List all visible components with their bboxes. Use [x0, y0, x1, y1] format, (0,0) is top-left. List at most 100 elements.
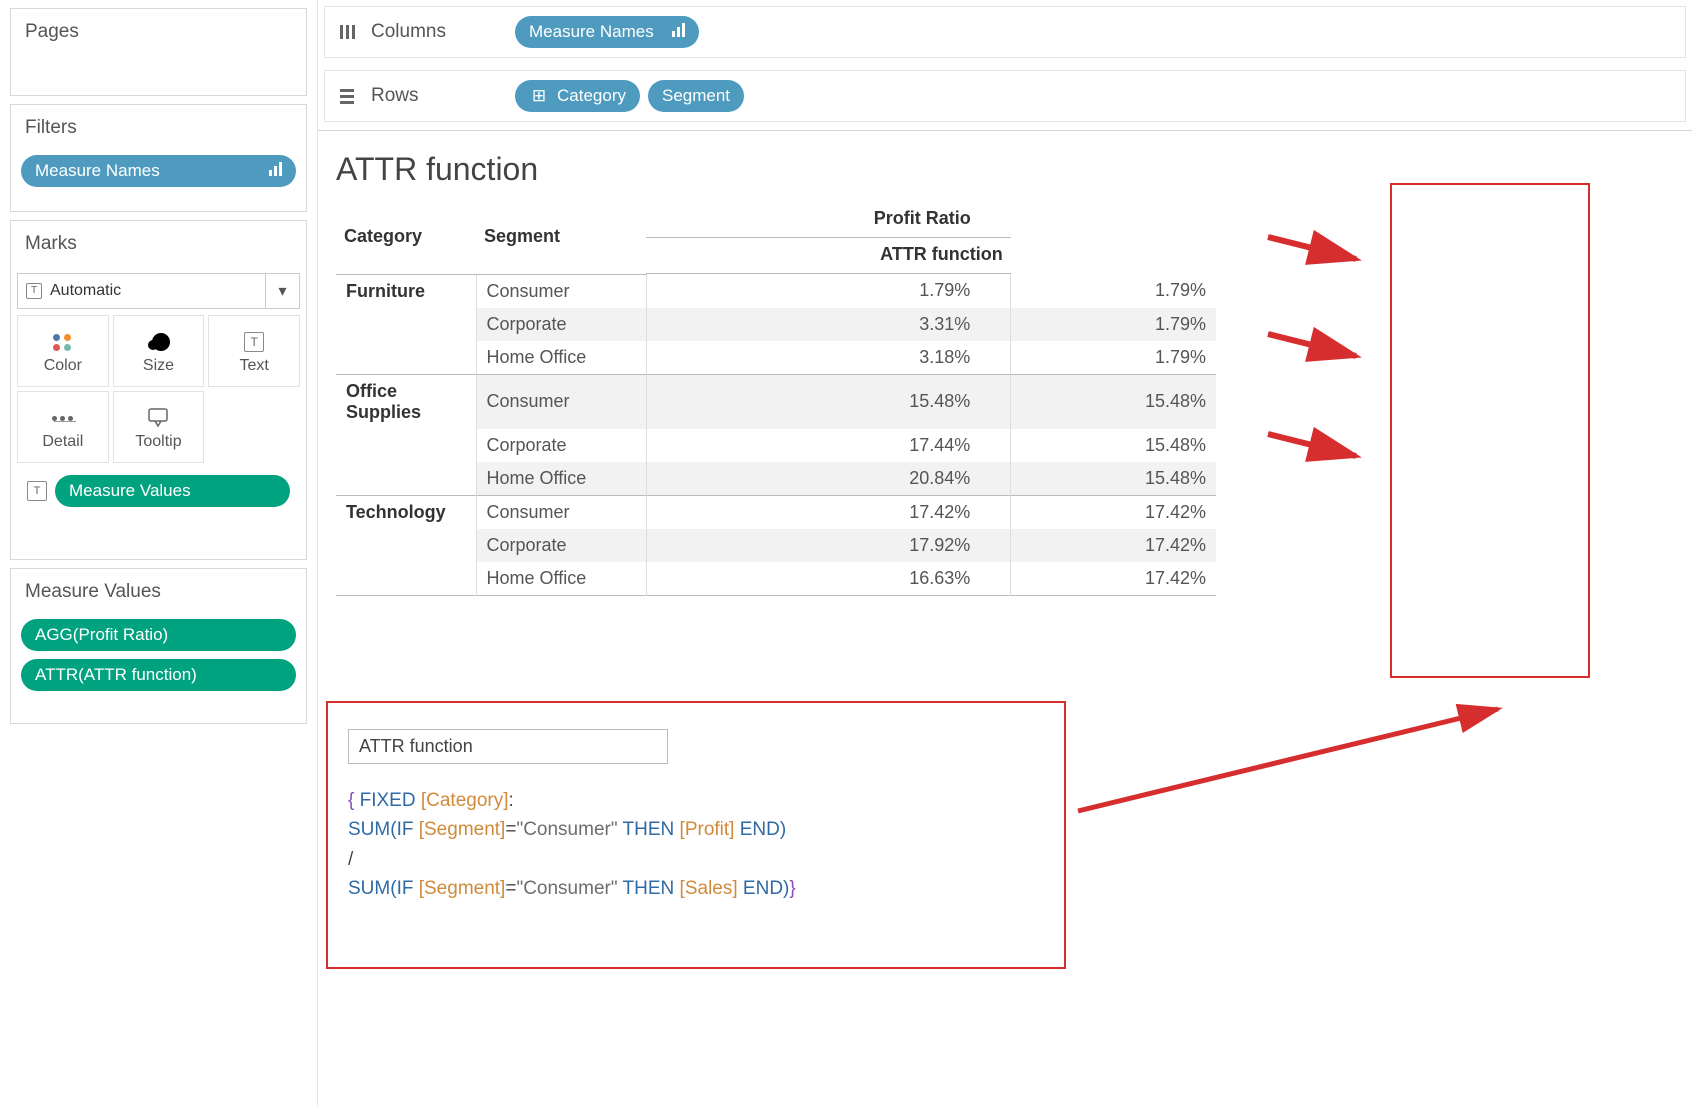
marks-detail-label: Detail	[42, 433, 83, 451]
marks-detail-button[interactable]: Detail	[17, 391, 109, 463]
calc-name-input[interactable]: ATTR function	[348, 729, 668, 764]
table-row: Home Office16.63%17.42%	[336, 562, 1216, 596]
marks-size-button[interactable]: Size	[113, 315, 205, 387]
cell-segment: Corporate	[476, 529, 646, 562]
cell-attr-function: 15.48%	[1011, 429, 1216, 462]
marks-title: Marks	[11, 221, 306, 267]
marks-color-button[interactable]: Color	[17, 315, 109, 387]
columns-icon	[335, 25, 359, 39]
pages-card: Pages	[10, 8, 307, 96]
detail-icon	[52, 403, 73, 433]
tooltip-icon	[146, 403, 170, 433]
table-row: OfficeSuppliesConsumer15.48%15.48%	[336, 374, 1216, 429]
cell-profit-ratio: 1.79%	[646, 274, 1011, 308]
table-row: Corporate3.31%1.79%	[336, 308, 1216, 341]
header-profit-ratio: Profit Ratio	[646, 202, 1011, 238]
cell-category	[336, 341, 476, 375]
marks-text-label: Text	[239, 357, 268, 375]
table-row: TechnologyConsumer17.42%17.42%	[336, 495, 1216, 529]
cell-profit-ratio: 17.92%	[646, 529, 1011, 562]
cell-segment: Home Office	[476, 341, 646, 375]
cell-category: Furniture	[336, 274, 476, 308]
cell-segment: Consumer	[476, 274, 646, 308]
calc-formula[interactable]: { FIXED [Category]: SUM(IF [Segment]="Co…	[348, 786, 1048, 904]
pill-label: Category	[557, 86, 626, 106]
mv-item-attr-function[interactable]: ATTR(ATTR function)	[21, 659, 296, 691]
cell-attr-function: 17.42%	[1011, 562, 1216, 596]
bar-chart-icon	[251, 161, 282, 181]
pages-title: Pages	[11, 9, 306, 55]
cell-category: Technology	[336, 495, 476, 529]
mv-item-label: AGG(Profit Ratio)	[35, 625, 168, 645]
mv-item-profit-ratio[interactable]: AGG(Profit Ratio)	[21, 619, 296, 651]
annotation-arrow	[1268, 326, 1368, 371]
text-icon: T	[27, 481, 47, 501]
filters-card: Filters Measure Names	[10, 104, 307, 212]
cell-attr-function: 15.48%	[1011, 462, 1216, 496]
marks-tooltip-button[interactable]: Tooltip	[113, 391, 205, 463]
rows-shelf[interactable]: Rows ⊞ Category Segment	[324, 70, 1686, 122]
cell-category	[336, 529, 476, 562]
annotation-arrow	[1268, 426, 1368, 471]
measure-values-pill-label: Measure Values	[69, 481, 191, 501]
table-row: FurnitureConsumer1.79%1.79%	[336, 274, 1216, 308]
marks-tooltip-label: Tooltip	[135, 433, 181, 451]
cell-profit-ratio: 3.31%	[646, 308, 1011, 341]
cell-category	[336, 308, 476, 341]
marks-text-button[interactable]: T Text	[208, 315, 300, 387]
columns-shelf[interactable]: Columns Measure Names	[324, 6, 1686, 58]
measure-values-pill[interactable]: Measure Values	[55, 475, 290, 507]
cell-category	[336, 562, 476, 596]
columns-pill-measure-names[interactable]: Measure Names	[515, 16, 699, 48]
cell-profit-ratio: 16.63%	[646, 562, 1011, 596]
measure-values-card: Measure Values AGG(Profit Ratio) ATTR(AT…	[10, 568, 307, 724]
cell-category	[336, 462, 476, 496]
cell-profit-ratio: 20.84%	[646, 462, 1011, 496]
cell-attr-function: 1.79%	[1011, 341, 1216, 375]
rows-label: Rows	[371, 85, 419, 107]
cell-attr-function: 17.42%	[1011, 529, 1216, 562]
pill-label: Measure Names	[35, 161, 160, 181]
table-row: Home Office20.84%15.48%	[336, 462, 1216, 496]
cell-segment: Corporate	[476, 429, 646, 462]
size-icon	[145, 327, 171, 357]
pill-label: Measure Names	[529, 22, 654, 42]
viz-area: ATTR function Category Segment Profit Ra…	[318, 131, 1692, 1106]
mv-item-label: ATTR(ATTR function)	[35, 665, 197, 685]
chevron-down-icon[interactable]: ▾	[265, 274, 299, 308]
bar-chart-icon	[654, 22, 685, 42]
color-icon	[53, 327, 72, 357]
calculation-editor[interactable]: ATTR function { FIXED [Category]: SUM(IF…	[348, 729, 1048, 904]
marks-color-label: Color	[44, 357, 82, 375]
rows-pill-segment[interactable]: Segment	[648, 80, 744, 112]
annotation-arrow	[1268, 229, 1368, 274]
left-panel: Pages Filters Measure Names Marks T Auto…	[0, 0, 318, 1106]
cell-attr-function: 1.79%	[1011, 274, 1216, 308]
cell-segment: Consumer	[476, 495, 646, 529]
table-row: Corporate17.92%17.42%	[336, 529, 1216, 562]
cell-segment: Home Office	[476, 562, 646, 596]
cell-profit-ratio: 17.44%	[646, 429, 1011, 462]
cell-profit-ratio: 3.18%	[646, 341, 1011, 375]
cell-profit-ratio: 17.42%	[646, 495, 1011, 529]
marks-type-select[interactable]: T Automatic ▾	[17, 273, 300, 309]
marks-size-label: Size	[143, 357, 174, 375]
cell-attr-function: 1.79%	[1011, 308, 1216, 341]
filter-pill-measure-names[interactable]: Measure Names	[21, 155, 296, 187]
text-mark-icon: T	[244, 327, 264, 357]
cell-category	[336, 429, 476, 462]
marks-card: Marks T Automatic ▾	[10, 220, 307, 560]
rows-icon	[335, 89, 359, 104]
data-table: Category Segment Profit Ratio ATTR funct…	[336, 202, 1216, 596]
annotation-arrow	[1078, 701, 1518, 826]
cell-attr-function: 17.42%	[1011, 495, 1216, 529]
pill-label: Segment	[662, 86, 730, 106]
cell-segment: Corporate	[476, 308, 646, 341]
cell-category: OfficeSupplies	[336, 374, 476, 429]
filters-title: Filters	[11, 105, 306, 151]
rows-pill-category[interactable]: ⊞ Category	[515, 80, 640, 112]
text-icon: T	[26, 283, 42, 299]
marks-type-value: Automatic	[50, 282, 121, 300]
cell-segment: Consumer	[476, 374, 646, 429]
plus-icon: ⊞	[529, 86, 549, 106]
